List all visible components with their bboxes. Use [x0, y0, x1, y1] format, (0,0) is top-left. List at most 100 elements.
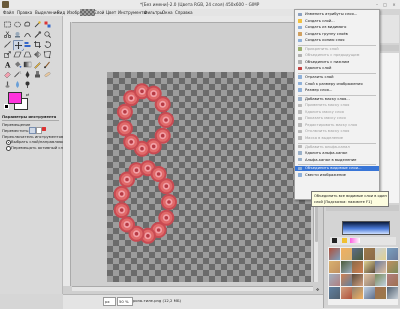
menu-item-9[interactable]: Отразить слой	[295, 75, 379, 80]
unit-select[interactable]: px	[103, 297, 116, 306]
paintbrush-icon[interactable]	[43, 60, 52, 69]
pattern-swatch[interactable]	[363, 261, 375, 273]
pattern-swatch[interactable]	[375, 287, 386, 299]
pattern-swatch[interactable]	[329, 274, 340, 286]
gradient-preview-icon[interactable]	[350, 238, 360, 243]
menu-item-0[interactable]: Изменить атрибуты слоя...	[295, 12, 379, 17]
menu-item-10[interactable]: Слой к размеру изображения	[295, 81, 379, 86]
pattern-swatch[interactable]	[329, 261, 340, 273]
vertical-ruler[interactable]	[63, 22, 71, 286]
menu-item-8[interactable]: Удалить слой	[295, 66, 379, 71]
clone-icon[interactable]	[33, 70, 42, 79]
pattern-swatch[interactable]	[375, 248, 386, 260]
pattern-swatch[interactable]	[386, 274, 398, 286]
menu-item-20[interactable]: Удалить альфа-канал	[295, 151, 379, 156]
paths-icon[interactable]	[23, 30, 32, 39]
color-picker-icon[interactable]	[33, 30, 42, 39]
shear-icon[interactable]	[13, 50, 22, 59]
pattern-swatch[interactable]	[352, 261, 363, 273]
flip-icon[interactable]	[33, 50, 42, 59]
rect-select-icon[interactable]	[3, 20, 12, 29]
pattern-swatch[interactable]	[386, 248, 398, 260]
pattern-swatch[interactable]	[363, 274, 375, 286]
move-layer-mode-icon[interactable]	[29, 127, 36, 134]
menu-view[interactable]: Вид	[57, 10, 65, 15]
menu-item-3[interactable]: Создать группу слоёв	[295, 32, 379, 37]
pattern-swatch[interactable]	[340, 274, 352, 286]
pattern-swatch[interactable]	[386, 287, 398, 299]
measure-icon[interactable]	[3, 40, 12, 49]
menu-item-2[interactable]: Создать из видимого	[295, 25, 379, 30]
pattern-swatch[interactable]	[329, 248, 340, 260]
align-icon[interactable]	[23, 40, 32, 49]
heal-icon[interactable]	[43, 70, 52, 79]
horizontal-scrollbar[interactable]	[72, 286, 313, 291]
text-tool-icon[interactable]: A	[3, 60, 12, 69]
pattern-swatch[interactable]	[352, 248, 363, 260]
pattern-swatch[interactable]	[352, 274, 363, 286]
menu-color[interactable]: Цвет	[106, 10, 116, 15]
menu-file[interactable]: Файл	[3, 10, 14, 15]
foreground-select-icon[interactable]	[13, 30, 22, 39]
foreground-color-swatch[interactable]	[8, 92, 22, 104]
menu-item-1[interactable]: Создать слой...	[295, 19, 379, 24]
menu-edit[interactable]: Правка	[17, 10, 32, 15]
pattern-swatch[interactable]	[375, 274, 386, 286]
gradient-icon[interactable]	[23, 60, 32, 69]
menu-help[interactable]: Справка	[175, 10, 193, 15]
ellipse-select-icon[interactable]	[13, 20, 22, 29]
move-path-mode-icon[interactable]	[42, 127, 46, 131]
image-canvas[interactable]	[107, 72, 311, 282]
pattern-swatch[interactable]	[340, 248, 352, 260]
pencil-icon[interactable]	[33, 60, 42, 69]
eraser-icon[interactable]	[3, 70, 12, 79]
menu-item-11[interactable]: Размер слоя...	[295, 88, 379, 93]
airbrush-icon[interactable]	[13, 70, 22, 79]
horizontal-ruler[interactable]	[72, 16, 323, 23]
menu-item-4[interactable]: Создать копию слоя	[295, 38, 379, 43]
menu-item-23[interactable]: Свести изображение	[295, 173, 379, 178]
pattern-swatch[interactable]	[352, 287, 363, 299]
dodge-burn-icon[interactable]	[23, 80, 32, 89]
crop-icon[interactable]	[33, 40, 42, 49]
zoom-select[interactable]: 50 %	[117, 297, 133, 306]
pattern-swatch[interactable]	[363, 287, 375, 299]
scale-icon[interactable]	[3, 50, 12, 59]
pattern-swatch[interactable]	[375, 261, 386, 273]
menu-tools[interactable]: Инструменты	[118, 10, 147, 15]
pattern-swatch[interactable]	[386, 261, 398, 273]
blur-icon[interactable]	[13, 80, 22, 89]
select-by-color-icon[interactable]	[43, 20, 52, 29]
default-colors-icon[interactable]	[4, 104, 9, 109]
menu-filters[interactable]: Фильтры	[144, 10, 163, 15]
perspective-icon[interactable]	[23, 50, 32, 59]
rotate-icon[interactable]	[43, 40, 52, 49]
smudge-icon[interactable]	[3, 80, 12, 89]
bucket-fill-icon[interactable]	[13, 60, 22, 69]
close-button[interactable]: ×	[391, 2, 397, 7]
menu-item-21[interactable]: Альфа-канал в выделение	[295, 157, 379, 162]
pattern-swatch[interactable]	[329, 287, 340, 299]
scissors-icon[interactable]	[3, 30, 12, 39]
zoom-icon[interactable]	[43, 30, 52, 39]
navigate-icon[interactable]: ✥	[316, 287, 322, 292]
cage-transform-icon[interactable]	[43, 50, 52, 59]
menu-windows[interactable]: Окна	[162, 10, 173, 15]
lasso-icon[interactable]	[23, 20, 32, 29]
menu-item-12[interactable]: Добавить маску слоя...	[295, 97, 379, 102]
menu-item-22[interactable]: Объединить видимые слои...	[295, 166, 379, 171]
brush-preview-icon[interactable]	[332, 238, 337, 243]
pattern-swatch[interactable]	[340, 287, 352, 299]
pattern-swatch[interactable]	[363, 248, 375, 260]
swap-colors-icon[interactable]: ⇄	[26, 92, 29, 97]
pattern-swatch[interactable]	[340, 261, 352, 273]
menu-layer[interactable]: Слой	[94, 10, 104, 15]
minimize-button[interactable]: –	[374, 2, 380, 7]
ink-icon[interactable]	[23, 70, 32, 79]
maximize-button[interactable]: □	[382, 2, 388, 7]
menu-item-7[interactable]: Объединить с нижним	[295, 60, 379, 65]
pattern-preview-icon[interactable]	[342, 238, 347, 243]
menu-select[interactable]: Выделение	[35, 10, 59, 15]
gradient-preview[interactable]	[342, 221, 390, 235]
fuzzy-select-icon[interactable]	[33, 20, 42, 29]
